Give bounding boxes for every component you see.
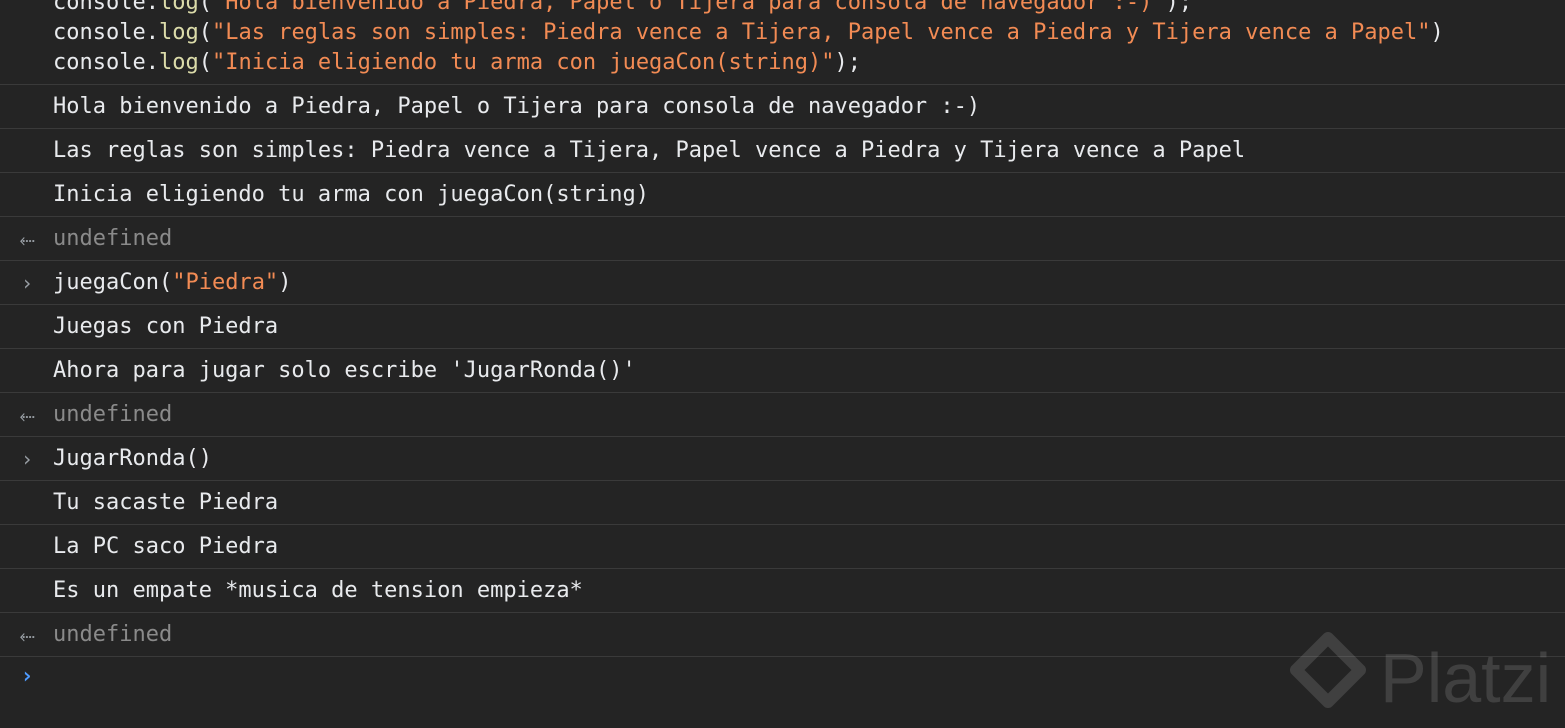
console-input-row: › juegaCon("Piedra") [0,261,1565,305]
input-function: juegaCon( [53,270,173,295]
prompt-chevron-icon[interactable]: › [17,662,37,692]
log-message: Inicia eligiendo tu arma con juegaCon(st… [53,182,650,207]
log-message: Las reglas son simples: Piedra vence a T… [53,138,1246,163]
code-object: console. [53,0,159,15]
console-log-row: Hola bienvenido a Piedra, Papel o Tijera… [0,85,1565,129]
input-command[interactable]: JugarRonda() [53,444,212,474]
code-paren: ( [198,0,212,15]
input-chevron-icon: › [20,271,34,295]
code-function: log [158,20,199,45]
input-string: "Piedra" [172,270,279,295]
platzi-watermark: Platzi [1288,628,1565,728]
return-value[interactable]: undefined [53,224,172,254]
code-function: log [158,50,199,75]
log-message: Juegas con Piedra [53,314,279,339]
console-return-row: ⬸ undefined [0,393,1565,437]
log-message: Es un empate *musica de tension empieza* [53,578,583,603]
log-message: Tu sacaste Piedra [53,490,279,515]
return-value[interactable]: undefined [53,400,172,430]
code-line: console.log("Las reglas son simples: Pie… [53,18,1444,48]
input-chevron-icon: › [20,447,34,471]
console-log-row: Es un empate *musica de tension empieza* [0,569,1565,613]
code-object: console. [53,50,159,75]
return-value[interactable]: undefined [53,620,172,650]
console-input-row: › JugarRonda() [0,437,1565,481]
code-paren: ); [834,50,862,75]
console-return-row: ⬸ undefined [0,217,1565,261]
input-command[interactable]: juegaCon("Piedra") [53,268,291,298]
platzi-logo-icon [1290,632,1366,708]
code-line: console.log("Hola bienvenido a Piedra, P… [53,0,1192,18]
watermark-text: Platzi [1380,639,1552,717]
code-string: "Inicia eligiendo tu arma con juegaCon(s… [211,50,835,75]
code-paren: ( [198,20,212,45]
code-string: "Las reglas son simples: Piedra vence a … [211,20,1431,45]
log-message: Hola bienvenido a Piedra, Papel o Tijera… [53,94,981,119]
code-paren: ( [198,50,212,75]
console-log-row: Ahora para jugar solo escribe 'JugarRond… [0,349,1565,393]
code-block: console.log("Hola bienvenido a Piedra, P… [0,0,1565,85]
log-message: Ahora para jugar solo escribe 'JugarRond… [53,358,636,383]
code-function: log [158,0,199,15]
input-paren: ) [278,270,292,295]
devtools-console: console.log("Hola bienvenido a Piedra, P… [0,0,1565,728]
return-arrow-icon: ⬸ [19,227,35,251]
code-string: "Hola bienvenido a Piedra, Papel o Tijer… [211,0,1166,15]
input-function: JugarRonda() [53,446,212,471]
code-paren: ) [1430,20,1444,45]
code-line: console.log("Inicia eligiendo tu arma co… [53,48,861,78]
code-paren: ); [1165,0,1193,15]
return-arrow-icon: ⬸ [19,403,35,427]
code-object: console. [53,20,159,45]
console-log-row: Juegas con Piedra [0,305,1565,349]
return-arrow-icon: ⬸ [19,623,35,647]
console-log-row: La PC saco Piedra [0,525,1565,569]
log-message: La PC saco Piedra [53,534,279,559]
console-log-row: Tu sacaste Piedra [0,481,1565,525]
console-log-row: Las reglas son simples: Piedra vence a T… [0,129,1565,173]
console-log-row: Inicia eligiendo tu arma con juegaCon(st… [0,173,1565,217]
